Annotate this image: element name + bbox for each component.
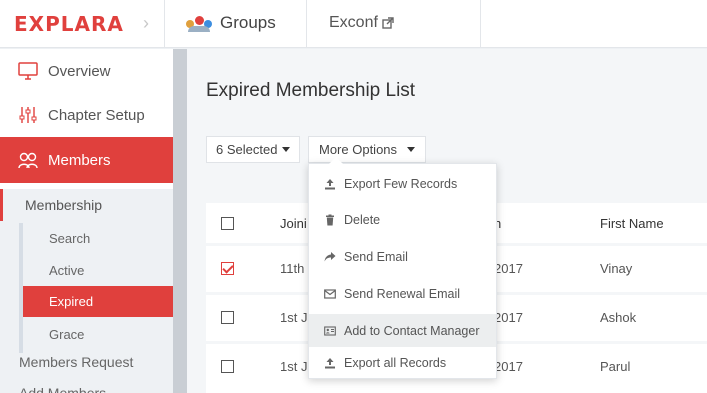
- row-checkbox[interactable]: [221, 311, 234, 324]
- column-header[interactable]: First Name: [600, 216, 664, 231]
- sidebar-item-label: Membership: [25, 197, 103, 213]
- row-checkbox[interactable]: [221, 262, 234, 275]
- event-label: Exconf: [329, 14, 378, 31]
- joining-date-cell: 11th: [280, 261, 305, 276]
- sidebar-item-label: Search: [49, 231, 91, 246]
- menu-item-label: Send Email: [344, 249, 408, 264]
- sidebar-item-members[interactable]: Members: [0, 137, 173, 183]
- sidebar-item-label: Chapter Setup: [48, 106, 145, 124]
- select-all-checkbox[interactable]: [221, 217, 234, 230]
- menu-item-label: Export Few Records: [344, 176, 458, 191]
- sidebar-item-label: Expired: [49, 294, 94, 309]
- sidebar-item-label: Active: [49, 263, 85, 278]
- external-link-icon: [382, 17, 394, 29]
- sidebar-scrollbar[interactable]: [173, 49, 187, 393]
- caret-down-icon: [407, 147, 416, 152]
- monitor-icon: [18, 62, 38, 80]
- members-submenu: Membership Search Active Expired Grace M…: [0, 189, 173, 393]
- menu-item-send-email[interactable]: Send Email: [309, 240, 496, 273]
- contact-card-icon: [324, 325, 336, 336]
- first-name-cell: Vinay: [600, 261, 633, 276]
- upload-icon: [325, 178, 335, 189]
- menu-item-export-all-records[interactable]: Export all Records: [309, 346, 496, 379]
- first-name-cell: Parul: [600, 359, 631, 374]
- menu-item-label: Send Renewal Email: [344, 286, 461, 301]
- menu-item-export-few-records[interactable]: Export Few Records: [309, 167, 496, 200]
- page-title: Expired Membership List: [206, 80, 416, 101]
- selected-count-button[interactable]: 6 Selected: [206, 136, 301, 163]
- share-icon: [324, 251, 336, 261]
- divider: [164, 0, 165, 48]
- sidebar: Overview Chapter Setup Members Membershi…: [0, 49, 173, 393]
- more-options-menu: Export Few Records Delete Send Email Sen…: [308, 157, 497, 379]
- sidebar-item-label: Grace: [49, 327, 85, 342]
- menu-item-label: Export all Records: [344, 355, 447, 370]
- membership-submenu: Search Active Expired Grace: [19, 223, 173, 353]
- menu-item-add-to-contact-manager[interactable]: Add to Contact Manager: [309, 314, 496, 347]
- groups-link[interactable]: Groups: [186, 13, 276, 33]
- explara-logo[interactable]: EXPLARA: [14, 12, 124, 36]
- column-header[interactable]: Joini: [280, 216, 307, 231]
- menu-item-delete[interactable]: Delete: [309, 203, 496, 236]
- envelope-icon: [324, 288, 336, 299]
- sliders-icon: [19, 107, 37, 123]
- trash-icon: [326, 214, 334, 225]
- sidebar-item-chapter-setup[interactable]: Chapter Setup: [0, 93, 173, 137]
- menu-item-label: Delete: [344, 212, 381, 227]
- sidebar-item-label: Members Request: [19, 354, 134, 370]
- first-name-cell: Ashok: [600, 310, 637, 325]
- upload-icon: [325, 357, 335, 368]
- button-label: 6 Selected: [216, 142, 278, 157]
- date-cell: 2017: [494, 261, 523, 276]
- top-bar: EXPLARA › Groups Exconf: [0, 0, 707, 48]
- menu-item-label: Add to Contact Manager: [344, 323, 480, 338]
- groups-label: Groups: [220, 13, 276, 32]
- sidebar-item-label: Overview: [48, 62, 111, 80]
- sidebar-item-grace[interactable]: Grace: [23, 319, 173, 350]
- sidebar-item-membership[interactable]: Membership: [0, 189, 173, 221]
- members-icon: [18, 152, 38, 169]
- sidebar-item-overview[interactable]: Overview: [0, 49, 173, 93]
- sidebar-item-label: Members: [48, 151, 111, 169]
- sidebar-item-label: Add Members: [19, 385, 107, 393]
- more-options-button[interactable]: More Options: [308, 136, 427, 163]
- caret-down-icon: [282, 147, 291, 152]
- divider: [480, 0, 481, 48]
- sidebar-item-add-members[interactable]: Add Members: [19, 385, 106, 393]
- sidebar-item-members-request[interactable]: Members Request: [19, 354, 133, 370]
- button-label: More Options: [319, 142, 398, 157]
- groups-icon: [186, 14, 212, 32]
- event-link[interactable]: Exconf: [329, 14, 394, 32]
- sidebar-item-expired[interactable]: Expired: [23, 286, 173, 317]
- menu-item-send-renewal-email[interactable]: Send Renewal Email: [309, 277, 496, 310]
- chevron-right-icon: ›: [143, 13, 149, 33]
- sidebar-item-active[interactable]: Active: [23, 255, 173, 286]
- sidebar-item-search[interactable]: Search: [23, 223, 173, 254]
- row-checkbox[interactable]: [221, 360, 234, 373]
- date-cell: 2017: [494, 359, 523, 374]
- date-cell: 2017: [494, 310, 523, 325]
- divider: [306, 0, 307, 48]
